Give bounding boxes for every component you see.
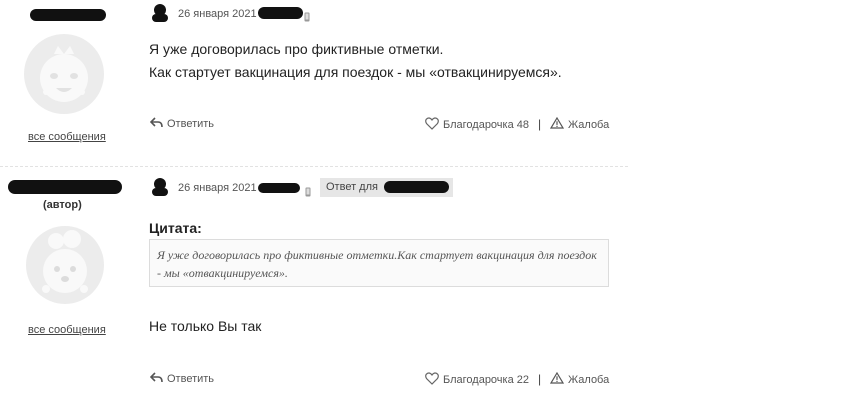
avatar[interactable] — [24, 34, 104, 114]
redacted-reply-target — [384, 181, 449, 193]
redacted-username — [8, 180, 122, 194]
complaint-label: Жалоба — [568, 118, 610, 131]
message-line: Как стартует вакцинация для поездок - мы… — [149, 64, 562, 80]
reply-arrow-icon — [149, 117, 163, 131]
thanks-label: Благодарочка 22 — [443, 374, 530, 386]
reply-button[interactable]: Ответить — [149, 117, 215, 131]
all-messages-link[interactable]: все сообщения — [28, 131, 106, 143]
post-date: 26 января 2021 — [178, 8, 257, 20]
complaint-label: Жалоба — [568, 373, 610, 386]
quote-text: Я уже договорилась про фиктивные отметки… — [157, 248, 597, 280]
message-body: Не только Вы так — [149, 318, 262, 334]
all-messages-link[interactable]: все сообщения — [28, 324, 106, 336]
message-body: Я уже договорилась про фиктивные отметки… — [149, 38, 619, 84]
redacted-username — [30, 9, 106, 21]
separator: | — [538, 372, 542, 386]
user-small-icon — [149, 177, 171, 202]
message-line: Я уже договорилась про фиктивные отметки… — [149, 41, 444, 57]
heart-icon — [425, 117, 439, 133]
separator: | — [538, 117, 542, 131]
phone-icon — [305, 184, 311, 202]
thanks-button[interactable]: Благодарочка 22 — [425, 372, 529, 388]
thanks-label: Благодарочка 48 — [443, 119, 530, 131]
reply-label: Ответить — [167, 118, 215, 130]
complaint-button[interactable]: Жалоба — [549, 371, 610, 387]
thanks-button[interactable]: Благодарочка 48 — [425, 117, 529, 133]
post-date: 26 января 2021 — [178, 182, 257, 194]
user-small-icon — [149, 3, 171, 28]
warning-triangle-icon — [549, 371, 565, 387]
quote-box: Я уже договорилась про фиктивные отметки… — [149, 239, 609, 287]
author-tag: (автор) — [43, 199, 82, 211]
warning-triangle-icon — [549, 116, 565, 132]
redacted-nickname — [258, 183, 300, 193]
heart-icon — [425, 372, 439, 388]
quote-label: Цитата: — [149, 220, 202, 236]
post-divider — [0, 166, 628, 167]
redacted-nickname — [258, 7, 303, 19]
phone-icon — [304, 9, 310, 27]
avatar[interactable] — [26, 225, 104, 305]
reply-arrow-icon — [149, 372, 163, 386]
reply-label: Ответить — [167, 373, 215, 385]
complaint-button[interactable]: Жалоба — [549, 116, 610, 132]
reply-to-label: Ответ для — [326, 181, 378, 193]
reply-button[interactable]: Ответить — [149, 372, 215, 386]
